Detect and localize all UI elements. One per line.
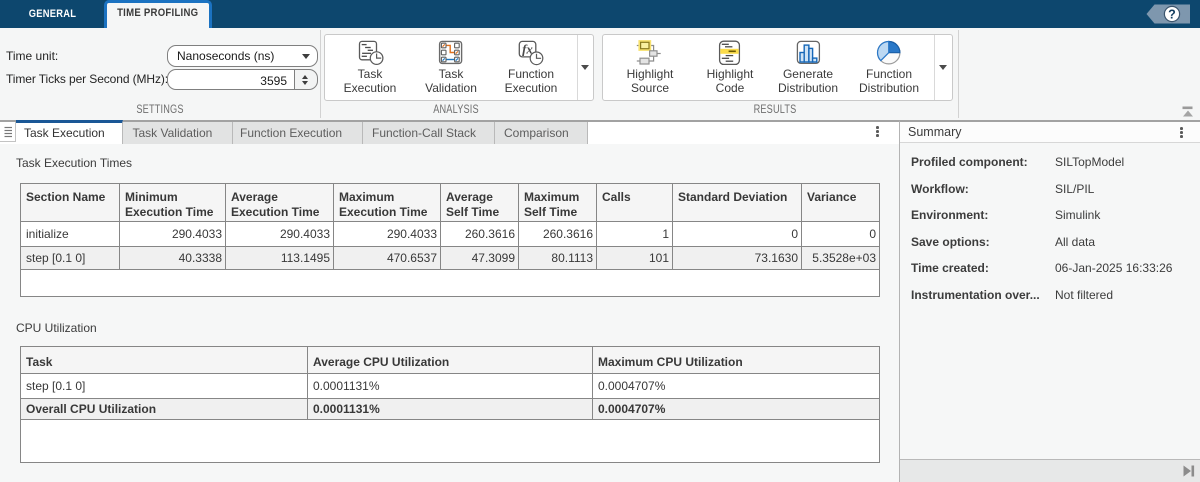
svg-text:?: ? [1168, 7, 1176, 21]
